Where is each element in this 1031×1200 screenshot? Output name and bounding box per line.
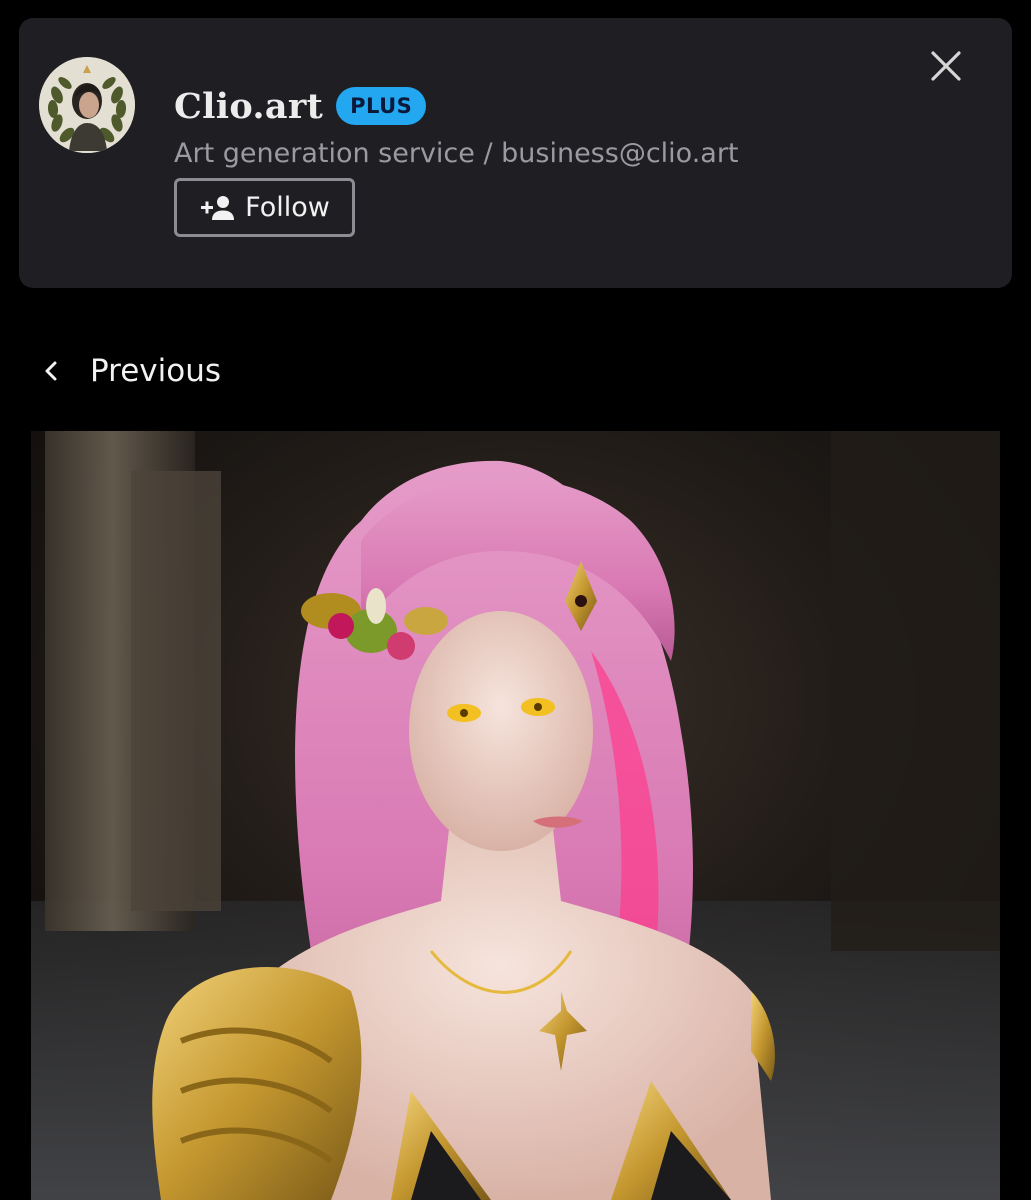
person-add-icon — [201, 195, 235, 220]
name-row: Clio.art PLUS — [174, 84, 427, 128]
artwork-image[interactable] — [31, 431, 1000, 1200]
chevron-left-icon — [45, 361, 57, 381]
laurel-portrait-avatar-icon — [39, 57, 135, 153]
previous-label: Previous — [90, 353, 222, 389]
previous-link[interactable]: Previous — [38, 348, 221, 394]
profile-name[interactable]: Clio.art — [174, 89, 323, 124]
avatar[interactable] — [39, 57, 135, 153]
plus-badge: PLUS — [336, 87, 427, 125]
follow-label: Follow — [245, 192, 330, 223]
follow-button[interactable]: Follow — [174, 178, 355, 237]
profile-card: Clio.art PLUS Art generation service / b… — [19, 18, 1012, 288]
close-icon[interactable] — [930, 50, 962, 82]
profile-description: Art generation service / business@clio.a… — [174, 138, 739, 169]
